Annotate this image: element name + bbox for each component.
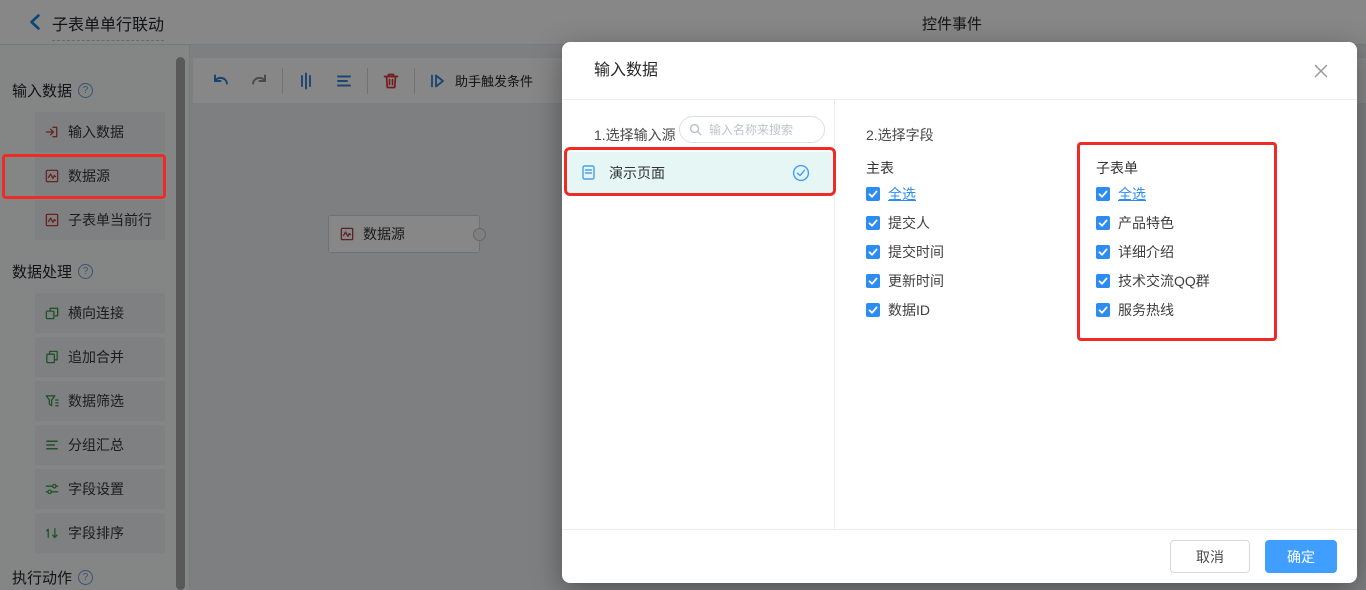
select-all-link[interactable]: 全选	[888, 184, 916, 204]
document-icon	[580, 164, 597, 181]
close-icon[interactable]	[1311, 61, 1331, 81]
field-checkbox-row[interactable]: 技术交流QQ群	[1096, 273, 1316, 289]
checkbox-checked[interactable]	[866, 245, 880, 259]
cancel-button[interactable]: 取消	[1170, 540, 1250, 573]
field-label: 提交人	[888, 215, 930, 231]
field-checkbox-row[interactable]: 提交人	[866, 215, 1066, 231]
main-table-heading: 主表	[866, 160, 894, 176]
checkbox-checked[interactable]	[866, 274, 880, 288]
source-item-label: 演示页面	[609, 164, 665, 181]
checkbox-checked[interactable]	[866, 187, 880, 201]
confirm-button[interactable]: 确定	[1265, 540, 1337, 573]
dialog-header: 输入数据	[562, 42, 1357, 100]
field-label: 提交时间	[888, 244, 944, 260]
field-checkbox-row[interactable]: 服务热线	[1096, 302, 1316, 318]
field-checkbox-row[interactable]: 产品特色	[1096, 215, 1316, 231]
field-label: 数据ID	[888, 302, 930, 318]
main-table-column: 主表 全选 提交人 提交时间 更新时间 数据ID	[866, 158, 1066, 331]
field-checkbox-row[interactable]: 详细介绍	[1096, 244, 1316, 260]
step2-label: 2.选择字段	[866, 127, 934, 143]
field-label: 服务热线	[1118, 302, 1174, 318]
sub-table-heading: 子表单	[1096, 160, 1138, 176]
dialog-body: 1.选择输入源 演示页面 2.	[562, 100, 1357, 529]
source-search	[679, 116, 825, 143]
field-label: 技术交流QQ群	[1118, 273, 1210, 289]
checkbox-checked[interactable]	[866, 303, 880, 317]
field-checkbox-row[interactable]: 提交时间	[866, 244, 1066, 260]
step1-label: 1.选择输入源	[594, 127, 676, 143]
field-checkbox-row[interactable]: 更新时间	[866, 273, 1066, 289]
source-item-demo-page[interactable]: 演示页面	[564, 152, 832, 193]
sub-table-column: 子表单 全选 产品特色 详细介绍 技术交流QQ群 服务热线	[1096, 158, 1316, 331]
main-select-all-row[interactable]: 全选	[866, 186, 1066, 202]
checkbox-checked[interactable]	[1096, 187, 1110, 201]
search-input[interactable]	[679, 116, 825, 143]
input-data-dialog: 输入数据 1.选择输入源 演示页面	[562, 42, 1357, 583]
checkbox-checked[interactable]	[866, 216, 880, 230]
checkbox-checked[interactable]	[1096, 274, 1110, 288]
check-circle-icon	[792, 164, 810, 182]
screen: 子表单单行联动 控件事件 输入数据 ? 输入数据 数据源 子表单当前行 数据处理…	[0, 0, 1366, 590]
field-label: 更新时间	[888, 273, 944, 289]
fields-panel: 2.选择字段 主表 全选 提交人 提交时间 更新时间 数据ID 子表单 全选 产…	[836, 100, 1357, 529]
dialog-title: 输入数据	[594, 62, 659, 79]
select-all-link[interactable]: 全选	[1118, 184, 1146, 204]
sub-select-all-row[interactable]: 全选	[1096, 186, 1316, 202]
source-panel: 1.选择输入源 演示页面	[562, 100, 835, 529]
checkbox-checked[interactable]	[1096, 216, 1110, 230]
field-checkbox-row[interactable]: 数据ID	[866, 302, 1066, 318]
checkbox-checked[interactable]	[1096, 303, 1110, 317]
dialog-footer: 取消 确定	[562, 529, 1357, 583]
field-label: 产品特色	[1118, 215, 1174, 231]
field-label: 详细介绍	[1118, 244, 1174, 260]
checkbox-checked[interactable]	[1096, 245, 1110, 259]
